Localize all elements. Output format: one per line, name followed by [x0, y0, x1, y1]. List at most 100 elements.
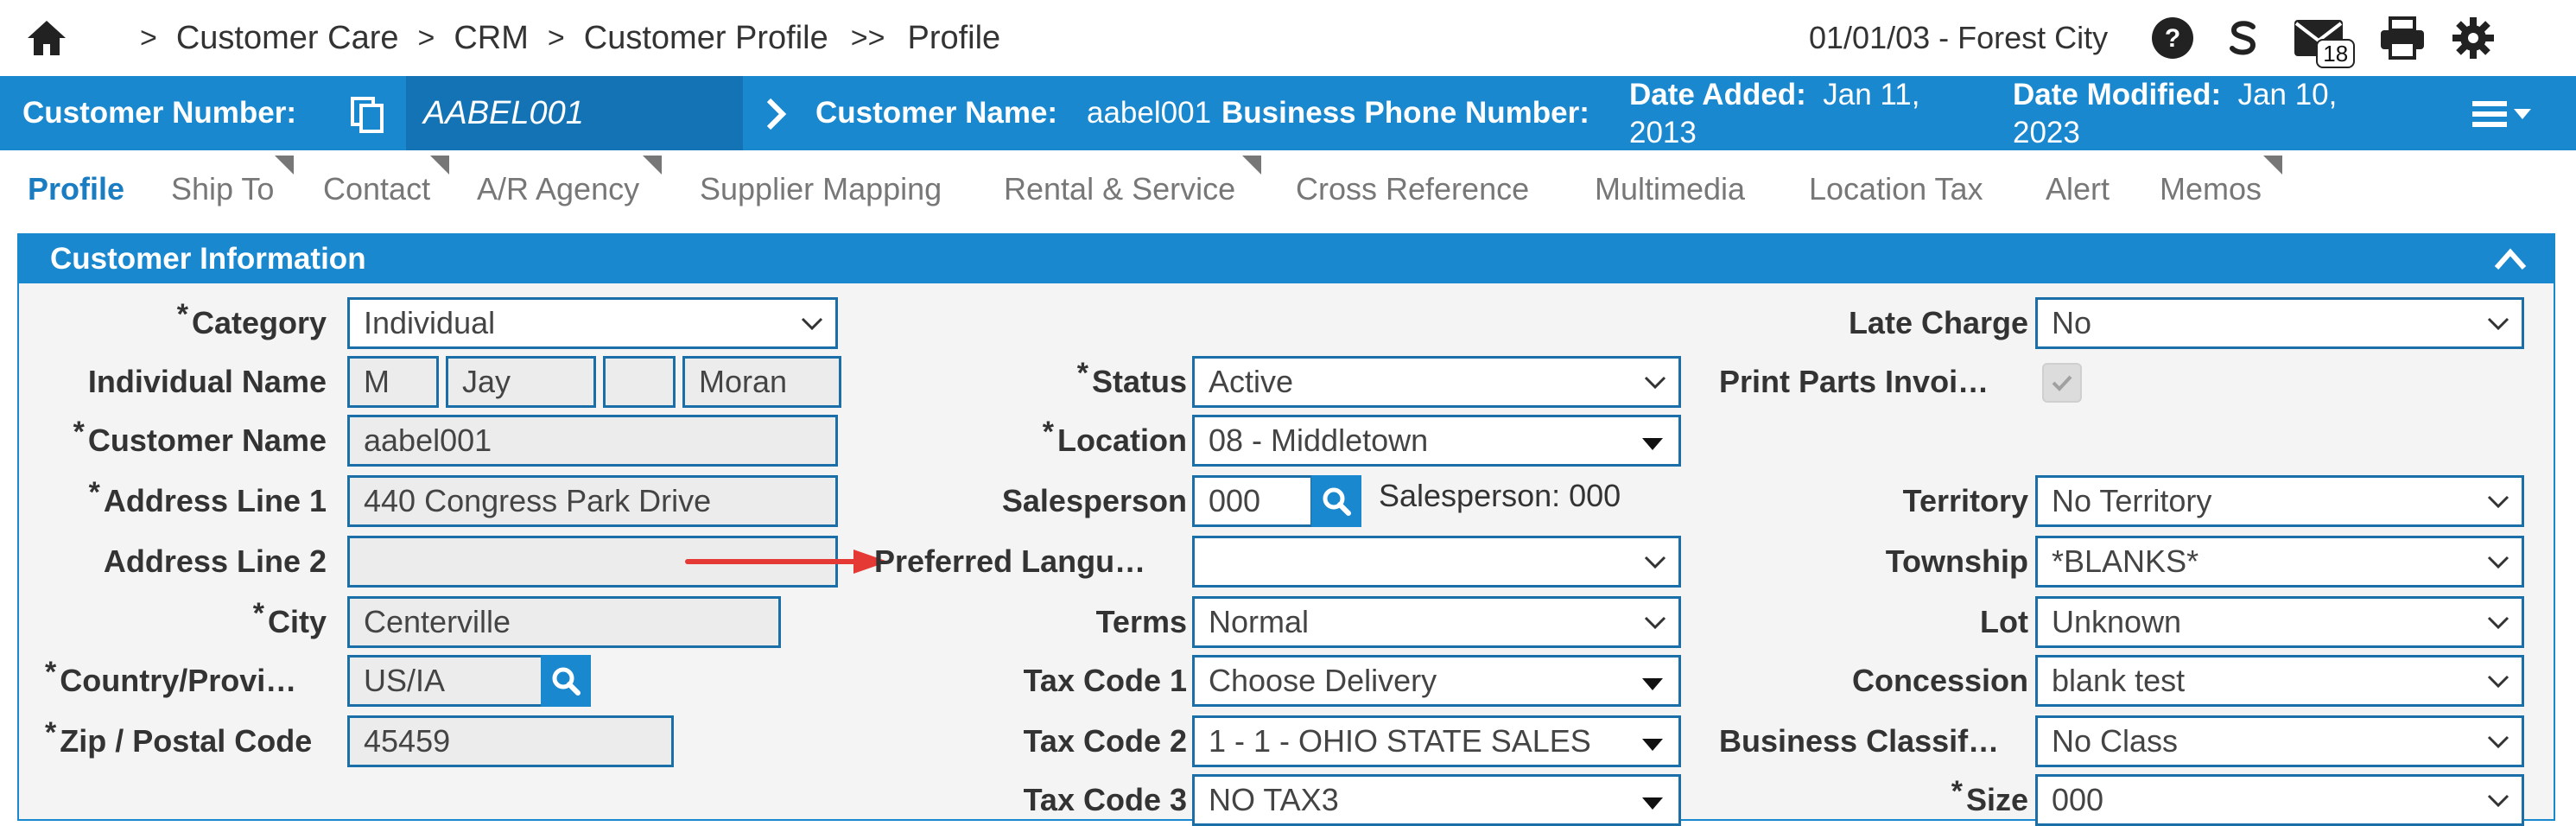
address-line-1-field[interactable]: 440 Congress Park Drive: [347, 475, 838, 527]
date-added-line1: Jan 11,: [1823, 78, 1920, 111]
mail-count-badge: 18: [2316, 39, 2356, 68]
chevron-up-icon[interactable]: [2493, 245, 2528, 273]
salesperson-text: Salesperson: 000: [1379, 478, 1621, 513]
customer-number-label: Customer Number:: [22, 96, 296, 130]
tab-dropdown-indicator: [2263, 156, 2282, 175]
customer-name-value: aabel001: [1087, 96, 1212, 130]
customer-name-label: * Customer Name: [73, 415, 327, 459]
country-province-label: * Country/Provi…: [45, 655, 297, 699]
city-label: * City: [252, 596, 327, 640]
salesperson-label: Salesperson: [1001, 483, 1187, 518]
address-line-2-label: Address Line 2: [103, 543, 327, 579]
menu-icon[interactable]: [2471, 97, 2536, 131]
date-added-line2: 2013: [1629, 116, 1697, 149]
gear-icon[interactable]: [2450, 15, 2497, 61]
date-added-label: Date Added:: [1629, 78, 1806, 111]
tax-code-1-label: Tax Code 1: [1023, 663, 1187, 698]
territory-select[interactable]: No Territory: [2035, 475, 2524, 527]
header-actions: 01/01/03 - Forest City ? 18: [1809, 14, 2509, 68]
tab-memos[interactable]: Memos: [2160, 152, 2262, 226]
zip-field[interactable]: 45459: [347, 715, 674, 767]
tab-dropdown-indicator: [430, 156, 449, 175]
print-icon[interactable]: [2379, 15, 2426, 61]
breadcrumb-crm[interactable]: CRM: [454, 20, 529, 57]
city-field[interactable]: Centerville: [347, 596, 781, 648]
size-select[interactable]: 000: [2035, 774, 2524, 826]
help-icon[interactable]: ?: [2149, 15, 2196, 61]
country-province-field[interactable]: US/IA: [347, 655, 555, 707]
township-select[interactable]: *BLANKS*: [2035, 536, 2524, 588]
tab-dropdown-indicator: [275, 156, 294, 175]
status-select[interactable]: Active: [1192, 356, 1681, 408]
breadcrumb: > Customer Care > CRM > Customer Profile…: [121, 14, 1000, 62]
search-icon: [552, 667, 581, 696]
tab-bar: Profile Ship To Contact A/R Agency Suppl…: [0, 152, 2576, 226]
tab-location-tax[interactable]: Location Tax: [1809, 152, 1983, 226]
tab-cross-reference[interactable]: Cross Reference: [1296, 152, 1529, 226]
breadcrumb-separator: >: [140, 21, 157, 54]
date-modified-label: Date Modified:: [2013, 78, 2222, 111]
date-location: 01/01/03 - Forest City: [1809, 20, 2109, 55]
tab-dropdown-indicator: [1242, 156, 1261, 175]
customer-header-band: Customer Number: AABEL001 Customer Name:…: [0, 76, 2576, 150]
lot-select[interactable]: Unknown: [2035, 596, 2524, 648]
home-icon[interactable]: [24, 16, 69, 60]
breadcrumb-customer-profile[interactable]: Customer Profile: [584, 20, 828, 57]
late-charge-label: Late Charge: [1848, 305, 2028, 340]
tax-code-3-label: Tax Code 3: [1023, 782, 1187, 817]
size-label: * Size: [1951, 774, 2028, 818]
mail-icon[interactable]: 18: [2291, 15, 2356, 68]
individual-name-label: Individual Name: [87, 364, 327, 399]
concession-label: Concession: [1851, 663, 2028, 698]
tab-alert[interactable]: Alert: [2046, 152, 2110, 226]
dropdown-arrow-icon: [1642, 739, 1663, 751]
breadcrumb-customer-care[interactable]: Customer Care: [176, 20, 399, 57]
location-label: * Location: [1042, 415, 1187, 459]
late-charge-select[interactable]: No: [2035, 297, 2524, 349]
zip-label: * Zip / Postal Code: [45, 715, 313, 759]
category-select[interactable]: Individual: [347, 297, 838, 349]
tax-code-1-select[interactable]: Choose Delivery: [1192, 655, 1681, 707]
print-parts-checkbox[interactable]: [2042, 363, 2082, 403]
dropdown-arrow-icon: [1642, 797, 1663, 810]
preferred-language-label: Preferred Langu…: [874, 543, 1146, 579]
salesperson-field[interactable]: 000: [1192, 475, 1313, 527]
tab-rental-service[interactable]: Rental & Service: [1004, 152, 1235, 226]
customer-information-panel: Customer Information * Category Individua…: [17, 233, 2555, 826]
location-select[interactable]: 08 - Middletown: [1192, 415, 1681, 467]
date-modified-line2: 2023: [2013, 116, 2080, 149]
panel-header[interactable]: Customer Information: [19, 235, 2554, 283]
chevron-right-icon[interactable]: [762, 97, 788, 131]
concession-select[interactable]: blank test: [2035, 655, 2524, 707]
tab-profile[interactable]: Profile: [28, 152, 124, 226]
name-prefix-field[interactable]: M: [347, 356, 439, 408]
middle-name-field[interactable]: [603, 356, 676, 408]
tab-multimedia[interactable]: Multimedia: [1595, 152, 1745, 226]
preferred-language-select[interactable]: [1192, 536, 1681, 588]
first-name-field[interactable]: Jay: [446, 356, 596, 408]
svg-text:?: ?: [2165, 24, 2180, 53]
breadcrumb-separator: >: [417, 21, 435, 54]
tab-ship-to[interactable]: Ship To: [171, 152, 274, 226]
copy-icon[interactable]: [349, 95, 387, 133]
business-classification-select[interactable]: No Class: [2035, 715, 2524, 767]
terms-select[interactable]: Normal: [1192, 596, 1681, 648]
tax-code-2-select[interactable]: 1 - 1 - OHIO STATE SALES: [1192, 715, 1681, 767]
customer-name-field[interactable]: aabel001: [347, 415, 838, 467]
township-label: Township: [1885, 543, 2028, 579]
address-line-1-label: * Address Line 1: [88, 475, 327, 519]
panel-title: Customer Information: [50, 242, 366, 276]
tab-supplier-mapping[interactable]: Supplier Mapping: [700, 152, 942, 226]
country-search-button[interactable]: [541, 655, 591, 707]
dropdown-arrow-icon: [1642, 438, 1663, 450]
customer-number-field[interactable]: AABEL001: [406, 76, 743, 150]
tab-ar-agency[interactable]: A/R Agency: [477, 152, 639, 226]
tax-code-3-select[interactable]: NO TAX3: [1192, 774, 1681, 826]
lot-label: Lot: [1980, 604, 2028, 639]
tab-contact[interactable]: Contact: [323, 152, 430, 226]
s-logo-icon[interactable]: [2220, 15, 2267, 61]
checkmark-icon: [2052, 375, 2072, 391]
last-name-field[interactable]: Moran: [682, 356, 841, 408]
salesperson-search-button[interactable]: [1311, 475, 1361, 527]
status-label: * Status: [1076, 356, 1187, 400]
